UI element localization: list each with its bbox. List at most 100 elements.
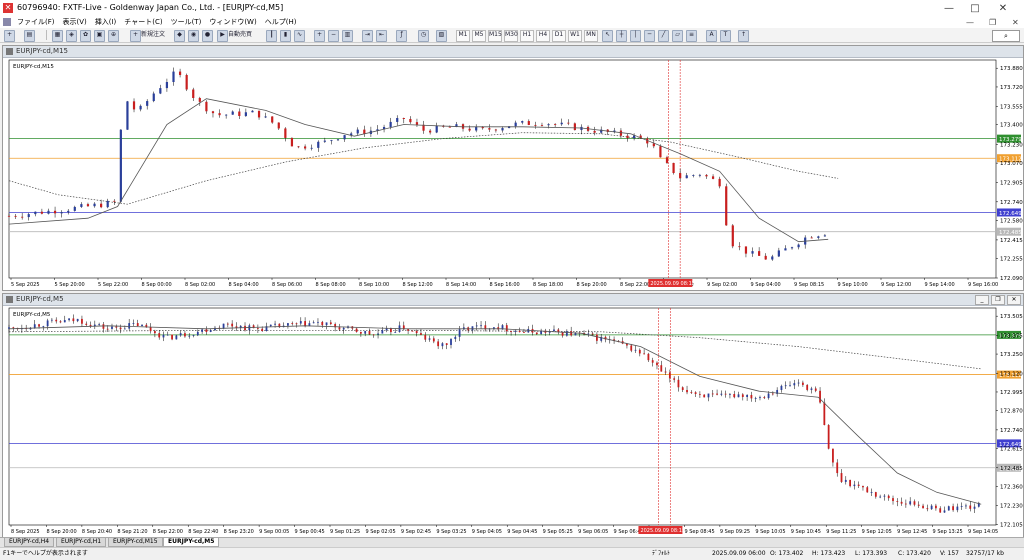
window-restore-button[interactable]: ❐ [991, 295, 1005, 305]
maximize-button[interactable]: □ [964, 2, 986, 15]
minimize-button[interactable]: — [938, 2, 960, 15]
candle-body [806, 384, 809, 390]
menu-chart[interactable]: チャート(C) [120, 17, 166, 28]
candle-body [81, 318, 83, 324]
timeframe-m1[interactable]: M1 [456, 30, 470, 42]
candle-body [764, 255, 767, 260]
candle-body [943, 510, 946, 513]
market-watch-icon[interactable]: ▦ [52, 30, 63, 42]
candle-body [261, 328, 264, 331]
chart-window-m15[interactable]: EURJPY-cd,M15 EURJPY-cd,M15 173.279 173.11… [2, 45, 1024, 291]
candle-body [256, 328, 259, 329]
data-window-icon[interactable]: ◈ [66, 30, 77, 42]
arrows-icon[interactable]: ↑ [738, 30, 749, 42]
fibonacci-icon[interactable]: ≡ [686, 30, 697, 42]
zoom-out-icon[interactable]: − [328, 30, 339, 42]
timeframe-m30[interactable]: M30 [504, 30, 518, 42]
tile-windows-icon[interactable]: ▥ [342, 30, 353, 42]
status-low: L: 173.393 [855, 550, 888, 557]
text-icon[interactable]: T [720, 30, 731, 42]
price-chart-m15[interactable]: EURJPY-cd,M15173.279173.112172.649172.48… [3, 58, 1023, 290]
candle-body [205, 101, 208, 112]
candle-body [59, 321, 62, 323]
candle-body [178, 71, 182, 75]
candle-body [458, 329, 461, 337]
horizontal-line-icon[interactable]: ─ [644, 30, 655, 42]
new-chart-icon[interactable]: + [4, 30, 15, 42]
candle-body [647, 353, 650, 361]
candle-body [874, 492, 877, 497]
candle-body [448, 126, 451, 128]
candle-body [158, 333, 161, 338]
tab-eurjpy-m5[interactable]: EURJPY-cd,M5 [163, 538, 220, 547]
candle-body [692, 175, 695, 176]
zoom-in-icon[interactable]: + [314, 30, 325, 42]
window-minimize-button[interactable]: _ [975, 295, 989, 305]
new-order-icon[interactable]: + [130, 30, 141, 42]
candle-body [299, 321, 302, 324]
tab-eurjpy-m15[interactable]: EURJPY-cd,M15 [108, 538, 163, 547]
price-tag-label: 172.485 [999, 230, 1022, 236]
menu-window[interactable]: ウィンドウ(W) [205, 17, 260, 28]
new-order-button[interactable]: 新規注文 [141, 30, 165, 40]
candle-body [814, 388, 817, 391]
signals-icon[interactable]: ◉ [188, 30, 199, 42]
timeframe-w1[interactable]: W1 [568, 30, 582, 42]
cursor-icon[interactable]: ↖ [602, 30, 613, 42]
profiles-icon[interactable]: ▤ [24, 30, 35, 42]
auto-trading-button[interactable]: 自動売買 [228, 30, 252, 40]
periods-icon[interactable]: ◷ [418, 30, 429, 42]
trendline-icon[interactable]: ╱ [658, 30, 669, 42]
indicators-icon[interactable]: ƒ [396, 30, 407, 42]
bar-chart-icon[interactable]: ┃ [266, 30, 277, 42]
child-close-button[interactable]: ✕ [1012, 17, 1019, 28]
chart-shift-icon[interactable]: ⇤ [376, 30, 387, 42]
price-axis-label: 172.230 [1000, 504, 1023, 510]
timeframe-d1[interactable]: D1 [552, 30, 566, 42]
meta-editor-icon[interactable]: ◆ [174, 30, 185, 42]
candle-body [68, 318, 70, 321]
window-close-button[interactable]: ✕ [1007, 295, 1021, 305]
terminal-icon[interactable]: ▣ [94, 30, 105, 42]
close-button[interactable]: ✕ [992, 2, 1014, 15]
tab-eurjpy-h4[interactable]: EURJPY-cd,H4 [4, 538, 55, 547]
menu-insert[interactable]: 挿入(I) [91, 17, 121, 28]
child-restore-button[interactable]: ❐ [989, 17, 996, 28]
tab-eurjpy-h1[interactable]: EURJPY-cd,H1 [56, 538, 107, 547]
auto-scroll-icon[interactable]: ⇥ [362, 30, 373, 42]
price-axis-label: 172.740 [1000, 428, 1023, 434]
text-label-icon[interactable]: A [706, 30, 717, 42]
menu-view[interactable]: 表示(V) [59, 17, 91, 28]
candlestick-icon[interactable]: ▮ [280, 30, 291, 42]
menu-tools[interactable]: ツール(T) [167, 17, 206, 28]
strategy-tester-icon[interactable]: ⊕ [108, 30, 119, 42]
community-icon[interactable]: ● [202, 30, 213, 42]
timeframe-mn[interactable]: MN [584, 30, 598, 42]
auto-trading-icon[interactable]: ▶ [217, 30, 228, 42]
templates-icon[interactable]: ▧ [436, 30, 447, 42]
candle-body [27, 214, 30, 218]
vertical-line-icon[interactable]: │ [630, 30, 641, 42]
navigator-icon[interactable]: ✿ [80, 30, 91, 42]
menu-file[interactable]: ファイル(F) [13, 17, 59, 28]
line-chart-icon[interactable]: ∿ [294, 30, 305, 42]
child-minimize-button[interactable]: — [966, 17, 974, 28]
channel-icon[interactable]: ▱ [672, 30, 683, 42]
time-axis-label: 9 Sep 10:05 [755, 529, 785, 535]
menu-help[interactable]: ヘルプ(H) [261, 17, 301, 28]
candle-body [330, 140, 333, 142]
timeframe-m5[interactable]: M5 [472, 30, 486, 42]
time-axis-label: 9 Sep 14:00 [925, 282, 955, 288]
chart-window-m5[interactable]: EURJPY-cd,M5 _ ❐ ✕ EURJPY-cd,M5 173.379 17… [2, 293, 1024, 538]
plot-frame [8, 59, 997, 279]
timeframe-m15[interactable]: M15 [488, 30, 502, 42]
status-bar: F1キーでヘルプが表示されます ﾃﾞﾌｫﾙﾄ 2025.09.09 06:00 … [0, 547, 1024, 560]
candle-body [665, 157, 669, 163]
crosshair-icon[interactable]: ┼ [616, 30, 627, 42]
search-button[interactable]: ⌕ [992, 30, 1020, 42]
timeframe-h4[interactable]: H4 [536, 30, 550, 42]
price-chart-m5[interactable]: EURJPY-cd,M5173.379173.112172.649172.485… [3, 306, 1023, 537]
timeframe-h1[interactable]: H1 [520, 30, 534, 42]
candle-body [565, 331, 568, 336]
candle-body [284, 128, 287, 138]
